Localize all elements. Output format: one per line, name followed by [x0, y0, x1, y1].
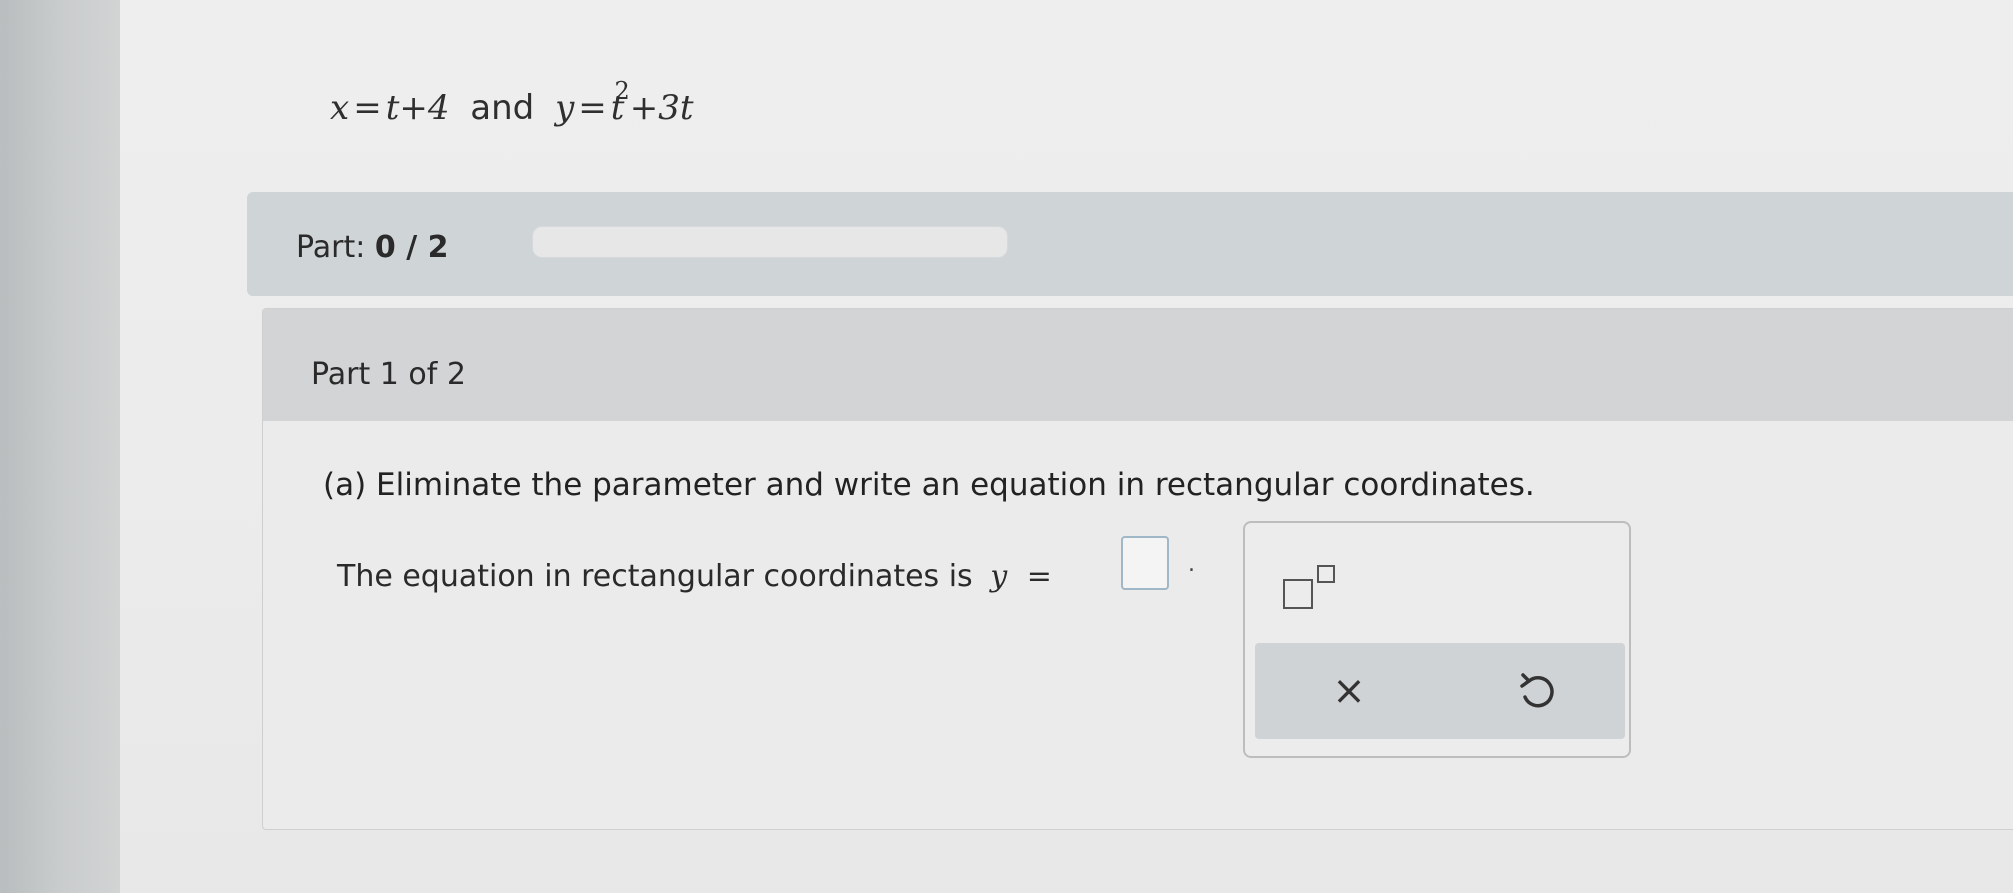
x-expression: t+4 — [385, 88, 450, 128]
x-equals: = — [353, 88, 382, 128]
answer-prefix: The equation in rectangular coordinates … — [337, 559, 973, 594]
y-equals: = — [578, 88, 607, 128]
question-text: (a) Eliminate the parameter and write an… — [323, 467, 1535, 503]
connector-word: and — [470, 88, 535, 128]
y-exponent: 2 — [614, 77, 630, 105]
answer-variable: y — [990, 559, 1008, 594]
part-title: Part 1 of 2 — [311, 357, 466, 392]
answer-input-box[interactable] — [1121, 536, 1169, 590]
y-rest: +3t — [629, 88, 694, 128]
undo-button[interactable] — [1507, 661, 1567, 721]
y-variable: y — [555, 88, 575, 128]
answer-period: . — [1188, 552, 1195, 577]
superscript-button[interactable] — [1283, 565, 1347, 613]
answer-line: The equation in rectangular coordinates … — [337, 559, 1062, 594]
part-progress-value: 0 / 2 — [374, 230, 449, 265]
problem-statement: x = t+4 and y = t2+3t — [330, 77, 694, 128]
palette-actions: × — [1255, 643, 1625, 739]
x-variable: x — [330, 88, 350, 128]
part-card: Part 1 of 2 (a) Eliminate the parameter … — [262, 308, 2013, 830]
clear-button[interactable]: × — [1319, 661, 1379, 721]
progress-track — [532, 226, 1008, 258]
close-icon: × — [1332, 668, 1366, 714]
math-palette: × — [1243, 521, 1631, 758]
superscript-small-box — [1317, 565, 1335, 583]
undo-icon — [1520, 673, 1554, 708]
part-progress-label: Part: 0 / 2 — [296, 230, 448, 265]
answer-equals: = — [1026, 559, 1052, 594]
part-progress-bar — [247, 192, 2013, 296]
part-header: Part 1 of 2 — [263, 309, 2013, 421]
superscript-icon — [1283, 579, 1313, 609]
part-progress-prefix: Part: — [296, 230, 366, 265]
